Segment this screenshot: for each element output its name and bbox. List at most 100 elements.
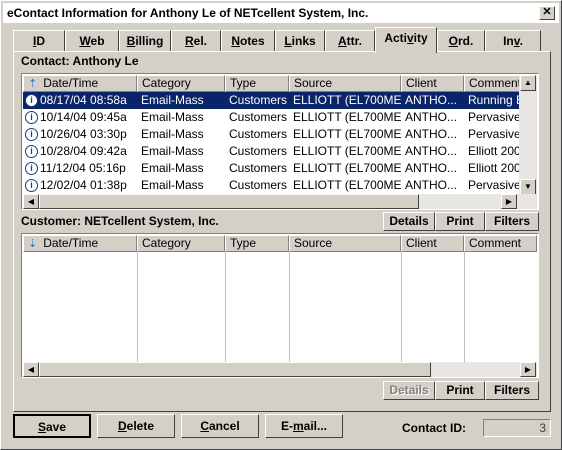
info-icon: i [25, 111, 38, 125]
info-icon: i [25, 145, 38, 159]
horizontal-scroll-thumb[interactable] [39, 194, 419, 209]
filters-button[interactable]: Filters [485, 212, 539, 231]
contact-horizontal-scrollbar[interactable]: ◀ ▶ [23, 194, 537, 209]
print-button-bottom[interactable]: Print [435, 381, 485, 400]
filters-button-bottom[interactable]: Filters [485, 381, 539, 400]
window-title: eContact Information for Anthony Le of N… [7, 6, 369, 20]
col-category-header[interactable]: Category [137, 235, 225, 252]
tab-attr[interactable]: Attr. [325, 30, 375, 52]
contact-grid-header: ⇡ Date/Time Category Type Source Client C… [23, 75, 520, 92]
tab-activity[interactable]: Activity [375, 27, 437, 53]
cell-client: ANTHO... [405, 127, 458, 141]
print-button[interactable]: Print [435, 212, 485, 231]
table-row[interactable]: i 12/02/04 01:38p Email-Mass Customers ELLIO… [23, 177, 520, 194]
scroll-right-icon[interactable]: ▶ [501, 194, 517, 209]
table-row[interactable]: i 11/12/04 05:16p Email-Mass Customers ELLIO… [23, 160, 520, 177]
scroll-right-icon[interactable]: ▶ [520, 362, 536, 377]
info-icon: i [25, 128, 38, 142]
col-type-header[interactable]: Type [225, 75, 289, 92]
customer-grid-lines [137, 252, 465, 362]
table-row[interactable]: i 08/17/04 08:58a Email-Mass Customers ELLIO… [23, 92, 520, 109]
info-icon: i [25, 162, 38, 176]
cell-type: Customers [229, 127, 288, 141]
cell-datetime: i 08/17/04 08:58a [23, 92, 137, 109]
tab-links[interactable]: Links [275, 30, 325, 52]
cell-datetime: i 10/28/04 09:42a [23, 143, 137, 160]
scroll-up-icon[interactable]: ▲ [520, 75, 536, 91]
contact-label: Contact: Anthony Le [21, 54, 139, 68]
cell-category: Email-Mass [141, 178, 204, 192]
horizontal-scroll-thumb[interactable] [39, 362, 431, 377]
cell-type: Customers [229, 161, 288, 175]
save-button[interactable]: Save [13, 414, 91, 438]
delete-button[interactable]: Delete [97, 414, 175, 438]
sort-ascending-icon: ⇡ [28, 78, 38, 90]
cancel-button[interactable]: Cancel [181, 414, 259, 438]
details-button-disabled: Details [383, 381, 435, 400]
col-comment-header[interactable]: Comment [464, 75, 520, 92]
customer-label: Customer: NETcellent System, Inc. [21, 214, 219, 228]
close-icon[interactable]: ✕ [539, 6, 555, 20]
tab-notes[interactable]: Notes [221, 30, 275, 52]
customer-horizontal-scrollbar[interactable]: ◀ ▶ [23, 362, 537, 377]
info-icon: i [25, 94, 38, 108]
cell-category: Email-Mass [137, 92, 225, 109]
col-client-header[interactable]: Client [401, 75, 464, 92]
col-source-header[interactable]: Source [289, 235, 401, 252]
col-type-header[interactable]: Type [225, 235, 289, 252]
cell-category: Email-Mass [141, 161, 204, 175]
cell-comment: Pervasive [468, 127, 520, 141]
cell-comment: Pervasive [468, 110, 520, 124]
table-row[interactable]: i 10/28/04 09:42a Email-Mass Customers ELLIO… [23, 143, 520, 160]
email-button[interactable]: E-mail... [265, 414, 343, 438]
tab-id[interactable]: ID [13, 30, 65, 52]
cell-type: Customers [229, 178, 288, 192]
cell-category: Email-Mass [141, 110, 204, 124]
cell-source: ELLIOTT (EL700ME) [293, 144, 401, 158]
cell-source: ELLIOTT (EL700ME) [289, 92, 401, 109]
sort-descending-icon: ⇣ [28, 238, 38, 250]
cell-client: ANTHO... [405, 110, 458, 124]
cell-category: Email-Mass [141, 127, 204, 141]
cell-source: ELLIOTT (EL700ME) [293, 161, 401, 175]
scroll-down-icon[interactable]: ▼ [520, 179, 536, 195]
cell-client: ANTHO... [405, 144, 458, 158]
contact-id-label: Contact ID: [402, 421, 466, 435]
customer-activity-grid: ⇣ Date/Time Category Type Source Client C… [21, 233, 539, 378]
customer-grid-header: ⇣ Date/Time Category Type Source Client C… [23, 235, 537, 252]
tab-ord[interactable]: Ord. [437, 30, 485, 52]
cell-client: ANTHO... [405, 161, 458, 175]
col-client-header[interactable]: Client [401, 235, 464, 252]
col-comment-header[interactable]: Comment [464, 235, 537, 252]
tab-inv[interactable]: Inv. [485, 30, 541, 52]
cell-client: ANTHO... [401, 92, 464, 109]
col-source-header[interactable]: Source [289, 75, 401, 92]
cell-source: ELLIOTT (EL700ME) [293, 178, 401, 192]
cell-source: ELLIOTT (EL700ME) [293, 110, 401, 124]
table-row[interactable]: i 10/26/04 03:30p Email-Mass Customers ELLIO… [23, 126, 520, 143]
tab-billing[interactable]: Billing [119, 30, 171, 52]
col-datetime-header[interactable]: ⇣ Date/Time [23, 235, 137, 252]
col-datetime-header[interactable]: ⇡ Date/Time [23, 75, 137, 92]
cell-datetime: i 10/26/04 03:30p [23, 126, 137, 143]
scroll-left-icon[interactable]: ◀ [23, 362, 39, 377]
cell-type: Customers [229, 144, 288, 158]
tab-web[interactable]: Web [65, 30, 119, 52]
cell-comment: Elliott 2004 [468, 144, 520, 158]
contact-vertical-scrollbar[interactable]: ▲ ▼ [519, 75, 537, 195]
details-button[interactable]: Details [383, 212, 435, 231]
col-category-header[interactable]: Category [137, 75, 225, 92]
cell-datetime: i 10/14/04 09:45a [23, 109, 137, 126]
cell-type: Customers [225, 92, 289, 109]
scroll-left-icon[interactable]: ◀ [23, 194, 39, 209]
info-icon: i [25, 179, 38, 193]
cell-type: Customers [229, 110, 288, 124]
table-row[interactable]: i 10/14/04 09:45a Email-Mass Customers ELLIO… [23, 109, 520, 126]
cell-comment: Pervasive [468, 178, 520, 192]
contact-id-field: 3 [483, 419, 551, 437]
contact-activity-grid: ⇡ Date/Time Category Type Source Client C… [21, 73, 539, 210]
cell-source: ELLIOTT (EL700ME) [293, 127, 401, 141]
tab-rel[interactable]: Rel. [171, 30, 221, 52]
cell-datetime: i 11/12/04 05:16p [23, 160, 137, 177]
cell-datetime: i 12/02/04 01:38p [23, 177, 137, 194]
